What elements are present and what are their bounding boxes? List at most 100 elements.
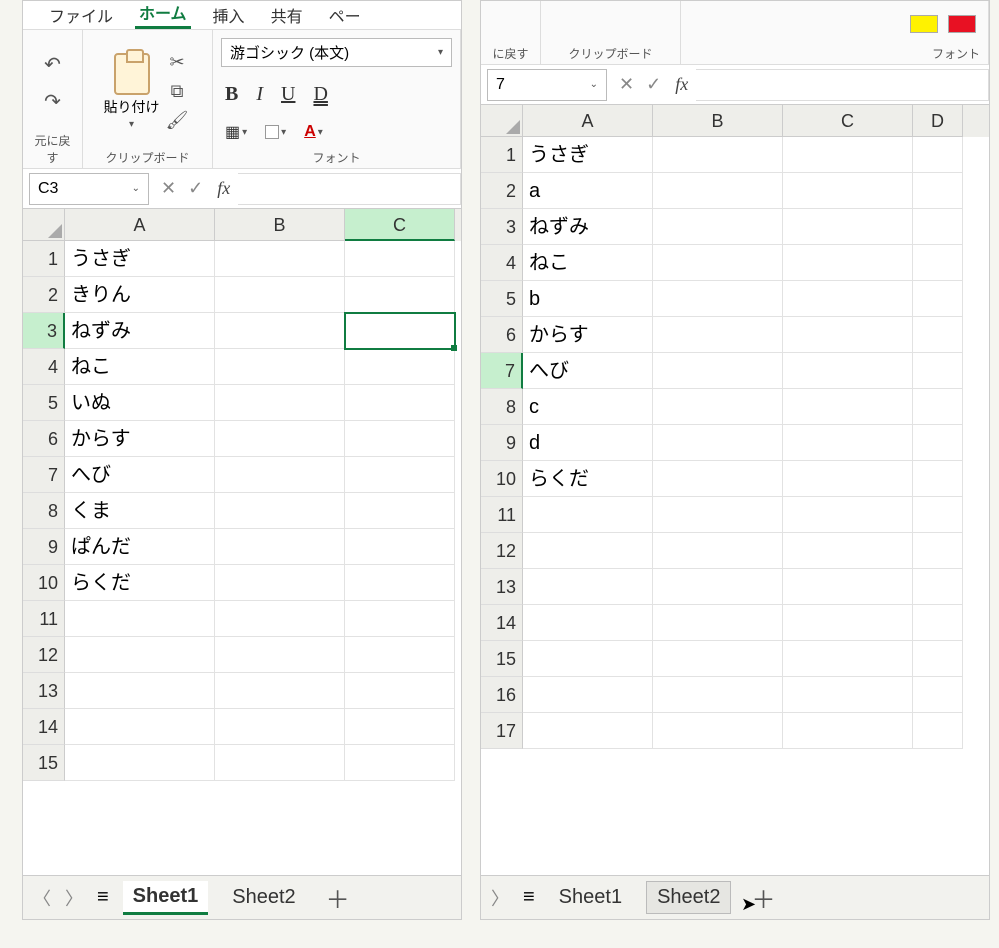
select-all-corner[interactable] (23, 209, 65, 241)
tab-home[interactable]: ホーム (135, 0, 191, 29)
cell[interactable] (913, 677, 963, 713)
cell[interactable] (653, 605, 783, 641)
cell[interactable]: うさぎ (65, 241, 215, 277)
cell[interactable] (345, 709, 455, 745)
cell[interactable] (913, 461, 963, 497)
cell[interactable] (345, 277, 455, 313)
cell[interactable]: くま (65, 493, 215, 529)
cell[interactable]: へび (65, 457, 215, 493)
font-color-button[interactable]: A▾ (300, 120, 327, 144)
cell[interactable] (215, 601, 345, 637)
row-header[interactable]: 13 (23, 673, 65, 709)
accept-formula-button[interactable]: ✓ (640, 74, 667, 95)
cell[interactable] (653, 533, 783, 569)
cell[interactable] (215, 565, 345, 601)
cell[interactable]: c (523, 389, 653, 425)
formula-input[interactable] (696, 69, 989, 101)
cell[interactable] (783, 389, 913, 425)
cell[interactable] (345, 421, 455, 457)
font-selector[interactable]: 游ゴシック (本文) ▾ (221, 38, 452, 67)
cell[interactable]: b (523, 281, 653, 317)
sheet-tab-2[interactable]: Sheet2 (222, 882, 305, 913)
cell[interactable] (345, 457, 455, 493)
cell[interactable] (215, 277, 345, 313)
highlight-color-button[interactable] (910, 15, 938, 33)
cell[interactable] (345, 745, 455, 781)
cell[interactable]: ねずみ (65, 313, 215, 349)
cell[interactable] (783, 425, 913, 461)
sheet-list-button[interactable]: ≡ (97, 886, 109, 909)
tab-share[interactable]: 共有 (267, 1, 307, 29)
sheet-list-button[interactable]: ≡ (523, 886, 535, 909)
cell[interactable] (913, 137, 963, 173)
cell[interactable] (783, 137, 913, 173)
fill-color-button[interactable]: ▾ (261, 120, 290, 144)
row-header[interactable]: 10 (481, 461, 523, 497)
column-header-D[interactable]: D (913, 105, 963, 137)
cell[interactable] (345, 673, 455, 709)
row-header[interactable]: 13 (481, 569, 523, 605)
row-header[interactable]: 1 (481, 137, 523, 173)
row-header[interactable]: 8 (23, 493, 65, 529)
cell[interactable] (65, 601, 215, 637)
cell[interactable] (653, 461, 783, 497)
row-header[interactable]: 5 (481, 281, 523, 317)
cell[interactable] (783, 605, 913, 641)
cell[interactable] (215, 709, 345, 745)
cell[interactable] (345, 565, 455, 601)
row-header[interactable]: 10 (23, 565, 65, 601)
column-header-B[interactable]: B (215, 209, 345, 241)
cell[interactable] (653, 425, 783, 461)
cell[interactable] (913, 533, 963, 569)
cell[interactable] (913, 281, 963, 317)
name-box[interactable]: C3 ⌄ (29, 173, 149, 205)
cell[interactable] (783, 353, 913, 389)
row-header[interactable]: 2 (23, 277, 65, 313)
row-header[interactable]: 12 (481, 533, 523, 569)
cell[interactable] (345, 601, 455, 637)
cell[interactable]: d (523, 425, 653, 461)
row-header[interactable]: 11 (23, 601, 65, 637)
row-header[interactable]: 9 (23, 529, 65, 565)
cancel-formula-button[interactable]: ✕ (155, 178, 182, 199)
cell[interactable] (215, 241, 345, 277)
cell[interactable]: きりん (65, 277, 215, 313)
bold-button[interactable]: B (221, 81, 242, 108)
tab-file[interactable]: ファイル (45, 1, 117, 29)
cell[interactable] (913, 605, 963, 641)
cell[interactable] (913, 425, 963, 461)
cell[interactable] (653, 641, 783, 677)
row-header[interactable]: 15 (23, 745, 65, 781)
cell[interactable] (783, 317, 913, 353)
cell[interactable] (345, 493, 455, 529)
cell[interactable] (345, 241, 455, 277)
column-header-C[interactable]: C (345, 209, 455, 241)
row-header[interactable]: 12 (23, 637, 65, 673)
row-header[interactable]: 4 (23, 349, 65, 385)
cell[interactable] (913, 389, 963, 425)
row-header[interactable]: 6 (481, 317, 523, 353)
paste-button[interactable]: 貼り付け ▾ (104, 53, 160, 130)
underline-button[interactable]: U (277, 81, 299, 108)
add-sheet-button[interactable]: ＋ (745, 880, 781, 915)
accept-formula-button[interactable]: ✓ (182, 178, 209, 199)
cell[interactable] (913, 641, 963, 677)
cell[interactable] (215, 385, 345, 421)
row-header[interactable]: 9 (481, 425, 523, 461)
cell[interactable] (523, 677, 653, 713)
cell[interactable] (913, 173, 963, 209)
cell[interactable] (913, 497, 963, 533)
select-all-corner[interactable] (481, 105, 523, 137)
cell[interactable] (783, 641, 913, 677)
cell[interactable]: うさぎ (523, 137, 653, 173)
font-color-button[interactable] (948, 15, 976, 33)
row-header[interactable]: 14 (23, 709, 65, 745)
cell[interactable] (913, 245, 963, 281)
row-header[interactable]: 8 (481, 389, 523, 425)
cell[interactable] (783, 461, 913, 497)
cell[interactable] (215, 637, 345, 673)
double-underline-button[interactable]: D (309, 81, 331, 108)
cell[interactable] (215, 421, 345, 457)
cell[interactable] (653, 317, 783, 353)
row-header[interactable]: 1 (23, 241, 65, 277)
